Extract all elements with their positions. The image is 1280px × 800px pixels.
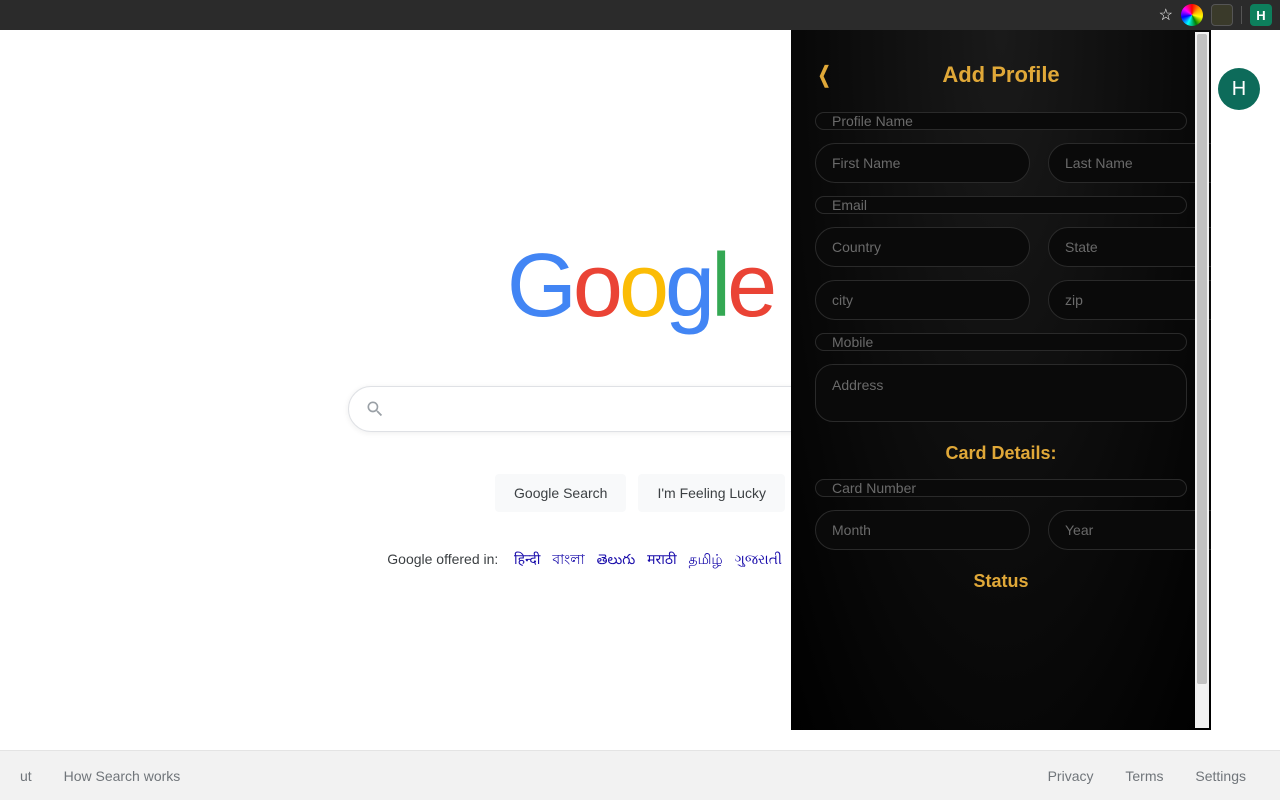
lang-link[interactable]: ગુજરાતી: [735, 551, 782, 567]
lang-link[interactable]: हिन्दी: [514, 551, 540, 567]
popup-header: ❮ Add Profile: [815, 44, 1187, 106]
extension-icon-color[interactable]: [1181, 4, 1203, 26]
footer-link[interactable]: Privacy: [1048, 768, 1094, 784]
card-month-field[interactable]: [815, 510, 1030, 550]
browser-profile-avatar[interactable]: H: [1250, 4, 1272, 26]
feeling-lucky-button[interactable]: I'm Feeling Lucky: [638, 474, 785, 512]
card-details-heading: Card Details:: [815, 443, 1187, 464]
extension-popup: ❮ Add Profile Card Details: Status: [791, 30, 1211, 730]
back-icon[interactable]: ❮: [818, 62, 831, 88]
lang-link[interactable]: বাংলা: [552, 551, 584, 567]
lang-link[interactable]: తెలుగు: [597, 551, 636, 567]
footer: ut How Search works Privacy Terms Settin…: [0, 750, 1280, 800]
address-field[interactable]: [815, 364, 1187, 422]
popup-scroll-thumb[interactable]: [1197, 34, 1207, 684]
google-account-avatar[interactable]: H: [1218, 68, 1260, 110]
language-prefix: Google offered in:: [387, 551, 498, 567]
email-field[interactable]: [815, 196, 1187, 214]
footer-link[interactable]: Terms: [1125, 768, 1163, 784]
city-field[interactable]: [815, 280, 1030, 320]
last-name-field[interactable]: [1048, 143, 1211, 183]
popup-scrollbar[interactable]: [1195, 32, 1209, 728]
zip-field[interactable]: [1048, 280, 1211, 320]
extension-icon-active[interactable]: [1211, 4, 1233, 26]
footer-link[interactable]: ut: [20, 768, 32, 784]
status-heading: Status: [815, 571, 1187, 592]
mobile-field[interactable]: [815, 333, 1187, 351]
country-field[interactable]: [815, 227, 1030, 267]
lang-link[interactable]: தமிழ்: [689, 551, 723, 567]
browser-toolbar: ☆ H: [0, 0, 1280, 30]
card-number-field[interactable]: [815, 479, 1187, 497]
search-icon: [365, 399, 385, 419]
toolbar-separator: [1241, 6, 1242, 24]
state-field[interactable]: [1048, 227, 1211, 267]
popup-title: Add Profile: [942, 62, 1059, 88]
footer-link[interactable]: How Search works: [64, 768, 181, 784]
bookmark-star-icon[interactable]: ☆: [1159, 5, 1173, 25]
lang-link[interactable]: मराठी: [647, 551, 676, 567]
first-name-field[interactable]: [815, 143, 1030, 183]
footer-link[interactable]: Settings: [1195, 768, 1246, 784]
profile-form: Card Details: Status: [815, 112, 1187, 594]
card-year-field[interactable]: [1048, 510, 1211, 550]
profile-name-field[interactable]: [815, 112, 1187, 130]
google-search-button[interactable]: Google Search: [495, 474, 626, 512]
